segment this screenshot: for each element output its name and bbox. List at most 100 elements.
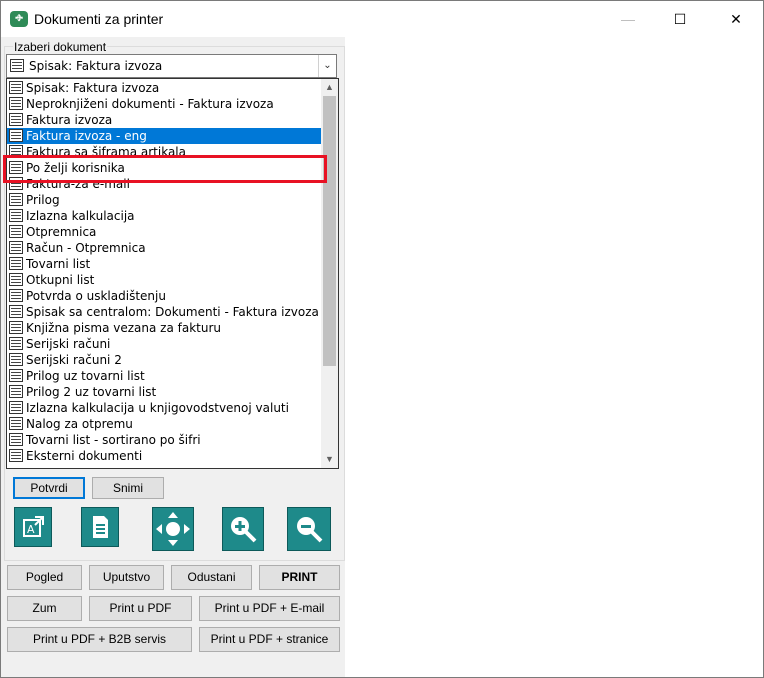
document-icon [9, 209, 23, 222]
document-icon [9, 257, 23, 270]
dropdown-item-label: Prilog 2 uz tovarni list [26, 385, 157, 399]
document-icon [9, 385, 23, 398]
dropdown-list-item[interactable]: Spisak: Faktura izvoza [7, 80, 322, 96]
dropdown-item-label: Serijski računi [26, 337, 111, 351]
confirm-button[interactable]: Potvrdi [13, 477, 85, 499]
dropdown-item-label: Otpremnica [26, 225, 97, 239]
document-icon [9, 81, 23, 94]
chevron-down-icon[interactable]: ⌄ [318, 55, 336, 77]
dropdown-item-label: Otkupni list [26, 273, 95, 287]
dropdown-item-label: Nalog za otpremu [26, 417, 133, 431]
print-pdf-pages-button[interactable]: Print u PDF + stranice [199, 627, 340, 652]
document-icon [9, 337, 23, 350]
dropdown-list-item[interactable]: Prilog uz tovarni list [7, 368, 322, 384]
document-icon [9, 353, 23, 366]
view-button[interactable]: Pogled [7, 565, 82, 590]
document-icon [9, 193, 23, 206]
document-icon [9, 449, 23, 462]
save-button[interactable]: Snimi [92, 477, 164, 499]
zoom-in-icon[interactable] [222, 507, 264, 551]
print-pdf-email-button[interactable]: Print u PDF + E-mail [199, 596, 340, 621]
print-pdf-button[interactable]: Print u PDF [89, 596, 192, 621]
dropdown-list-item[interactable]: Serijski računi 2 [7, 352, 322, 368]
document-icon [9, 433, 23, 446]
dropdown-list-item[interactable]: Serijski računi [7, 336, 322, 352]
title-bar: Ⱚ Dokumenti za printer — ☐ ✕ [1, 1, 763, 37]
dropdown-item-label: Neproknjiženi dokumenti - Faktura izvoza [26, 97, 274, 111]
dropdown-list-item[interactable]: Knjižna pisma vezana za fakturu [7, 320, 322, 336]
dropdown-list-item[interactable]: Prilog 2 uz tovarni list [7, 384, 322, 400]
zoom-out-icon[interactable] [287, 507, 331, 551]
scroll-up-icon[interactable]: ▲ [321, 79, 338, 96]
app-icon: Ⱚ [10, 11, 28, 27]
dropdown-item-label: Serijski računi 2 [26, 353, 122, 367]
dropdown-list-item[interactable]: Faktura izvoza [7, 112, 322, 128]
zoom-button[interactable]: Zum [7, 596, 82, 621]
move-icon[interactable] [152, 507, 194, 551]
dropdown-list-item[interactable]: Potvrda o uskladištenju [7, 288, 322, 304]
dropdown-item-label: Tovarni list [26, 257, 91, 271]
document-icon [9, 113, 23, 126]
dropdown-item-label: Potvrda o uskladištenju [26, 289, 166, 303]
document-icon [9, 401, 23, 414]
group-label: Izaberi dokument [13, 40, 108, 54]
dropdown-list-item[interactable]: Prilog [7, 192, 322, 208]
svg-text:A: A [27, 523, 35, 536]
combo-selected-text: Spisak: Faktura izvoza [29, 59, 163, 73]
document-icon [9, 417, 23, 430]
scrollbar-thumb[interactable] [323, 96, 336, 366]
dropdown-list-item[interactable]: Otpremnica [7, 224, 322, 240]
export-icon[interactable]: A [14, 507, 52, 547]
dropdown-list-item[interactable]: Tovarni list - sortirano po šifri [7, 432, 322, 448]
document-icon [9, 97, 23, 110]
print-pdf-b2b-button[interactable]: Print u PDF + B2B servis [7, 627, 192, 652]
dropdown-item-label: Knjižna pisma vezana za fakturu [26, 321, 222, 335]
dropdown-item-label: Tovarni list - sortirano po šifri [26, 433, 201, 447]
document-icon [10, 59, 24, 72]
dropdown-item-label: Izlazna kalkulacija u knjigovodstvenoj v… [26, 401, 289, 415]
dropdown-item-label: Prilog [26, 193, 60, 207]
dropdown-list-item[interactable]: Eksterni dokumenti [7, 448, 322, 464]
dropdown-list-item[interactable]: Izlazna kalkulacija u knjigovodstvenoj v… [7, 400, 322, 416]
minimize-button[interactable]: — [605, 1, 651, 37]
document-icon [9, 369, 23, 382]
maximize-button[interactable]: ☐ [657, 1, 703, 37]
dropdown-list-item[interactable]: Izlazna kalkulacija [7, 208, 322, 224]
dropdown-item-label: Prilog uz tovarni list [26, 369, 145, 383]
document-icon [9, 225, 23, 238]
dropdown-list-item[interactable]: Spisak sa centralom: Dokumenti - Faktura… [7, 304, 322, 320]
dropdown-list-item[interactable]: Tovarni list [7, 256, 322, 272]
document-dropdown-list[interactable]: Eksterni dokumenti Tovarni list - sortira… [6, 78, 339, 469]
dropdown-list-item[interactable]: Otkupni list [7, 272, 322, 288]
cancel-button[interactable]: Odustani [171, 565, 252, 590]
dropdown-list-item[interactable]: Faktura izvoza - eng [7, 128, 322, 144]
print-button[interactable]: PRINT [259, 565, 340, 590]
document-panel: Izaberi dokument Spisak: Faktura izvoza … [1, 37, 345, 677]
dropdown-item-label: Račun - Otpremnica [26, 241, 146, 255]
dropdown-item-label: Spisak sa centralom: Dokumenti - Faktura… [26, 305, 319, 319]
annotation-highlight [3, 155, 327, 183]
scroll-down-icon[interactable]: ▼ [321, 451, 338, 468]
document-icon [9, 305, 23, 318]
dropdown-item-label: Faktura izvoza [26, 113, 113, 127]
dropdown-item-label: Spisak: Faktura izvoza [26, 81, 160, 95]
document-icon [9, 273, 23, 286]
close-button[interactable]: ✕ [713, 1, 759, 37]
document-combo[interactable]: Spisak: Faktura izvoza ⌄ [6, 54, 337, 78]
preview-pane [345, 37, 763, 677]
document-icon[interactable] [81, 507, 119, 547]
window: Ⱚ Dokumenti za printer — ☐ ✕ Izaberi dok… [0, 0, 764, 678]
document-icon [9, 289, 23, 302]
window-title: Dokumenti za printer [34, 11, 164, 27]
instructions-button[interactable]: Uputstvo [89, 565, 164, 590]
dropdown-list-item[interactable]: Nalog za otpremu [7, 416, 322, 432]
document-icon [9, 321, 23, 334]
scrollbar[interactable]: ▲ ▼ [321, 79, 338, 468]
dropdown-item-label: Eksterni dokumenti [26, 449, 143, 463]
dropdown-list-item[interactable]: Račun - Otpremnica [7, 240, 322, 256]
dropdown-list-item[interactable]: Neproknjiženi dokumenti - Faktura izvoza [7, 96, 322, 112]
dropdown-item-label: Izlazna kalkulacija [26, 209, 135, 223]
document-icon [9, 241, 23, 254]
document-icon [9, 129, 23, 142]
dropdown-item-label: Faktura izvoza - eng [26, 129, 147, 143]
